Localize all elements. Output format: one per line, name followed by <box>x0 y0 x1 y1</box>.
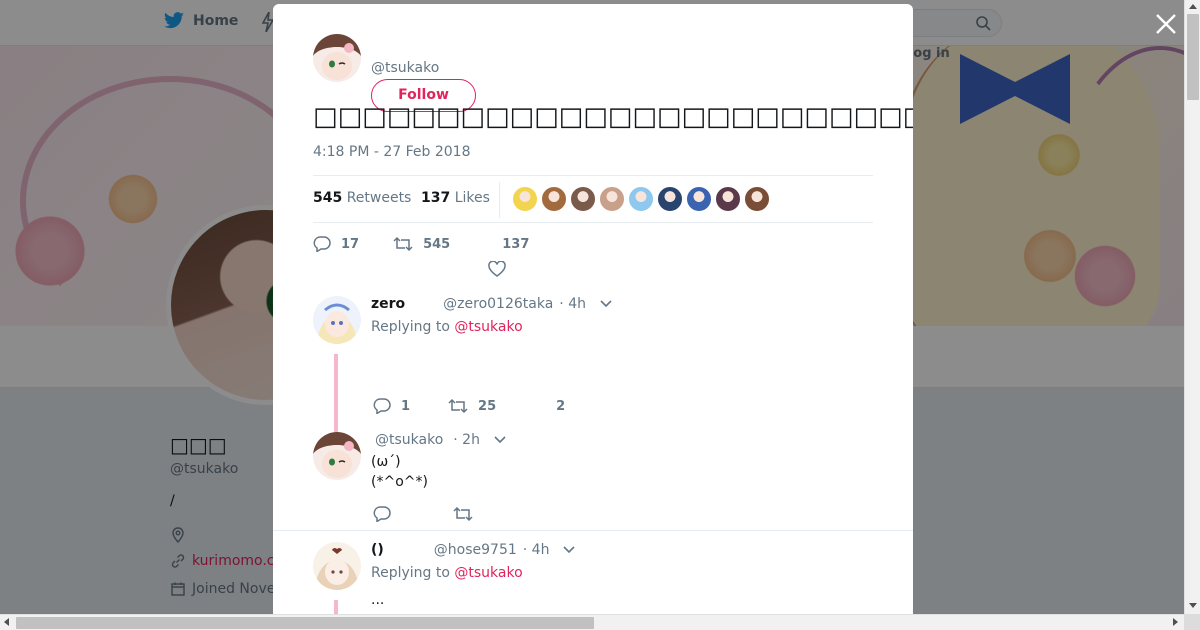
retweet-icon <box>448 398 468 414</box>
mention-link[interactable]: @tsukako <box>454 565 522 581</box>
liker-avatar[interactable] <box>715 186 741 212</box>
likes-count: 137 <box>421 190 451 206</box>
tweet-text: □□□□□□□□□□□□□□□□□□□□□□□□□□□□□□□□□□□□□□□□… <box>313 102 913 132</box>
scrollbar-corner <box>1184 614 1200 630</box>
chevron-down-icon[interactable] <box>600 300 612 308</box>
reply-header: zero @zero0126taka · 4h <box>371 296 612 312</box>
retweet-icon <box>393 236 413 252</box>
liker-avatars <box>512 186 770 212</box>
liker-avatar[interactable] <box>541 186 567 212</box>
reply-author-handle[interactable]: @zero0126taka <box>443 296 553 312</box>
retweet-action[interactable]: 545 <box>393 236 450 252</box>
like-action[interactable]: 2 <box>556 399 565 414</box>
reply-icon <box>373 506 391 522</box>
reply-action[interactable]: 17 <box>313 236 359 252</box>
reply-avatar[interactable] <box>313 542 361 590</box>
reply-text: ... <box>371 592 385 608</box>
replying-to: Replying to @tsukako <box>371 319 523 335</box>
reply-avatar-image <box>313 432 361 480</box>
scroll-left-icon[interactable] <box>4 618 9 626</box>
reply-time[interactable]: · 4h <box>523 542 550 558</box>
vertical-scroll-thumb[interactable] <box>1187 14 1199 100</box>
retweet-icon <box>453 506 473 522</box>
reply-count: 17 <box>341 236 360 252</box>
close-icon[interactable] <box>1154 12 1178 36</box>
retweet-label: Retweets <box>346 190 412 206</box>
reply-header: () @hose9751 · 4h <box>371 542 576 558</box>
reply-header: @tsukako · 2h <box>375 432 506 448</box>
likes-stat[interactable]: 137 Likes <box>421 190 490 206</box>
liker-avatar[interactable] <box>570 186 596 212</box>
liker-avatar[interactable] <box>657 186 683 212</box>
vertical-scrollbar[interactable] <box>1184 0 1200 614</box>
reply-author-handle[interactable]: @tsukako <box>375 432 443 448</box>
mention-link[interactable]: @tsukako <box>454 319 522 335</box>
author-avatar[interactable] <box>313 34 361 82</box>
tweet-modal: @tsukako Follow □□□□□□□□□□□□□□□□□□□□□□□□… <box>273 4 913 614</box>
like-count: 2 <box>556 398 566 414</box>
reply-icon <box>313 236 331 252</box>
thread-line <box>334 600 338 614</box>
author-handle[interactable]: @tsukako <box>371 60 439 76</box>
tweet-stats: 545 Retweets 137 Likes <box>313 175 873 223</box>
likes-label: Likes <box>454 190 490 206</box>
retweet-action[interactable] <box>453 506 473 522</box>
retweet-action-count: 545 <box>423 236 451 252</box>
chevron-down-icon[interactable] <box>563 546 576 554</box>
replying-to: Replying to @tsukako <box>371 565 523 581</box>
reply-text: (ω´) (*^o^*) <box>371 452 428 492</box>
reply-avatar[interactable] <box>313 296 361 344</box>
reply-avatar-image <box>313 296 361 344</box>
reply-time[interactable]: · 4h <box>559 296 586 312</box>
scroll-down-icon[interactable] <box>1189 603 1197 608</box>
liker-avatar[interactable] <box>599 186 625 212</box>
reply-time[interactable]: · 2h <box>453 432 480 448</box>
reply-author-name[interactable]: zero <box>371 296 405 312</box>
reply-actions: 1 25 2 <box>373 398 565 414</box>
liker-avatar[interactable] <box>744 186 770 212</box>
tweet-timestamp[interactable]: 4:18 PM - 27 Feb 2018 <box>313 144 471 160</box>
reply-tweet[interactable]: @tsukako · 2h (ω´) (*^o^*) <box>313 432 873 532</box>
like-action-count: 137 <box>502 236 530 252</box>
reply-icon <box>373 398 391 414</box>
heart-icon <box>488 260 506 277</box>
reply-action[interactable] <box>373 506 391 522</box>
scroll-up-icon[interactable] <box>1189 4 1197 9</box>
retweet-stat[interactable]: 545 Retweets <box>313 190 411 206</box>
thread-line <box>334 354 338 434</box>
reply-text-line: (*^o^*) <box>371 474 428 490</box>
horizontal-scrollbar[interactable] <box>0 614 1184 630</box>
horizontal-scroll-thumb[interactable] <box>16 617 594 629</box>
liker-avatar[interactable] <box>686 186 712 212</box>
liker-avatar[interactable] <box>628 186 654 212</box>
chevron-down-icon[interactable] <box>494 436 506 444</box>
retweet-count: 545 <box>313 190 343 206</box>
liker-avatar[interactable] <box>512 186 538 212</box>
reply-author-handle[interactable]: @hose9751 <box>434 542 517 558</box>
reply-actions <box>373 506 473 522</box>
retweet-action[interactable]: 25 <box>448 398 496 414</box>
scroll-right-icon[interactable] <box>1173 618 1178 626</box>
retweet-count: 25 <box>478 398 497 414</box>
reply-tweet[interactable]: zero @zero0126taka · 4h Replying to @tsu… <box>313 296 873 436</box>
like-action[interactable]: 137 <box>488 236 530 277</box>
reply-count: 1 <box>401 398 411 414</box>
tweet-actions: 17 545 137 <box>313 236 530 277</box>
reply-action[interactable]: 1 <box>373 398 410 414</box>
reply-text-line: (ω´) <box>371 454 401 470</box>
reply-author-name[interactable]: () <box>371 542 384 558</box>
reply-avatar-image <box>313 542 361 590</box>
author-avatar-image <box>313 34 361 82</box>
reply-avatar[interactable] <box>313 432 361 480</box>
reply-tweet[interactable]: () @hose9751 · 4h Replying to @tsukako .… <box>313 542 873 614</box>
